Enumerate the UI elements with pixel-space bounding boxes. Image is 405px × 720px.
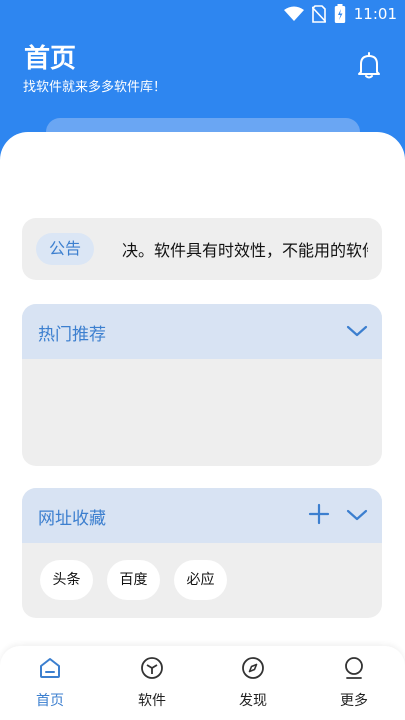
battery-icon [334, 4, 345, 23]
bottom-tab-bar: 首页 软件 发现 更多 [0, 646, 405, 720]
hot-recommend-card: 热门推荐 [22, 304, 382, 466]
favorites-card: 网址收藏 头条 百度 必应 [22, 488, 382, 618]
home-icon [40, 658, 60, 678]
favorites-chips: 头条 百度 必应 [40, 560, 227, 600]
tab-discover[interactable]: 发现 [223, 656, 283, 710]
favorites-header[interactable]: 网址收藏 [22, 488, 382, 543]
notice-tag: 公告 [36, 233, 94, 265]
chip-toutiao[interactable]: 头条 [40, 560, 93, 600]
bell-icon[interactable] [357, 52, 381, 80]
tab-home-label: 首页 [36, 693, 64, 709]
hot-recommend-header[interactable]: 热门推荐 [22, 304, 382, 359]
tab-discover-label: 发现 [239, 693, 267, 709]
tab-software-label: 软件 [138, 693, 166, 709]
chevron-down-icon[interactable] [346, 506, 368, 524]
cube-icon [141, 657, 163, 679]
tab-software[interactable]: 软件 [122, 656, 182, 710]
notice-card[interactable]: 公告 决。软件具有时效性，不能用的软件 [22, 218, 382, 280]
page-title: 首页 [24, 44, 77, 74]
tab-home[interactable]: 首页 [20, 656, 80, 710]
tab-more-label: 更多 [340, 693, 368, 709]
status-bar: 11:01 [0, 0, 405, 28]
notice-text: 决。软件具有时效性，不能用的软件 [121, 241, 368, 260]
plus-icon[interactable] [308, 503, 330, 525]
page-subtitle: 找软件就来多多软件库！ [23, 80, 167, 95]
tab-more[interactable]: 更多 [324, 656, 384, 710]
chip-baidu[interactable]: 百度 [107, 560, 160, 600]
wifi-icon [283, 6, 304, 21]
user-circle-icon [345, 657, 363, 679]
chip-bing[interactable]: 必应 [174, 560, 227, 600]
favorites-title: 网址收藏 [38, 509, 106, 529]
no-sim-icon [311, 5, 326, 23]
notice-marquee: 决。软件具有时效性，不能用的软件 [108, 237, 368, 261]
status-time: 11:01 [353, 5, 397, 23]
chevron-down-icon[interactable] [346, 322, 368, 340]
compass-icon [242, 657, 264, 679]
hot-recommend-title: 热门推荐 [38, 325, 106, 345]
